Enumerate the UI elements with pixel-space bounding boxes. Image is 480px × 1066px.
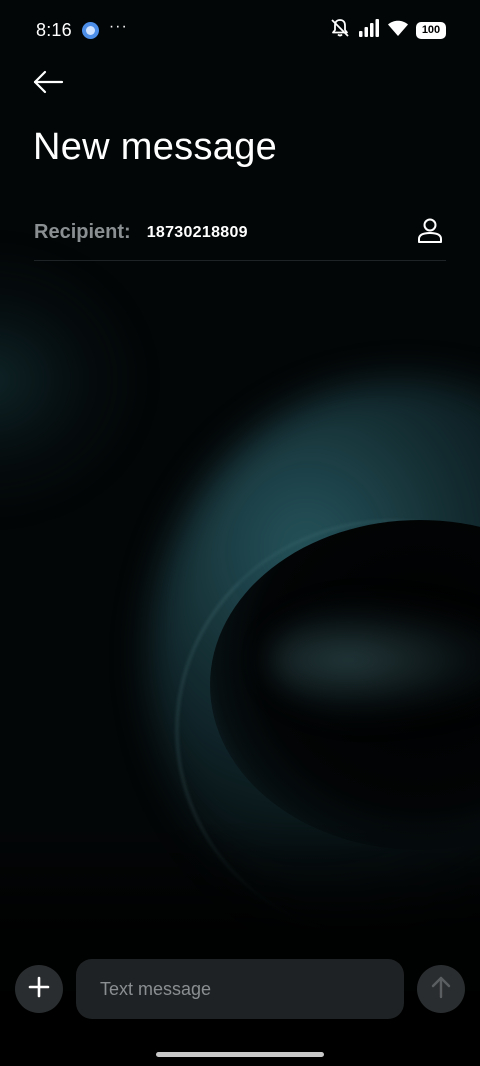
add-contact-button[interactable] [410,213,450,253]
signal-icon [358,18,380,42]
back-button[interactable] [26,64,70,104]
home-indicator[interactable] [156,1052,324,1057]
back-arrow-icon [32,70,64,99]
message-composer [0,958,480,1022]
battery-indicator: 100 [416,21,446,39]
status-time: 8:16 [36,19,72,40]
recipient-row[interactable]: Recipient: 18730218809 [34,205,446,261]
send-arrow-icon [430,975,452,1004]
send-button[interactable] [417,965,465,1013]
contact-person-icon [416,216,444,249]
more-notifications-icon: ··· [108,18,128,35]
mute-icon [329,18,351,43]
status-bar: 8:16 ··· 100 [0,0,480,60]
attach-button[interactable] [15,965,63,1013]
app-notification-icon [81,21,99,39]
new-message-screen: 8:16 ··· 100 New message Recipient: 1873… [0,0,480,1066]
recipient-label: Recipient: [34,221,131,243]
message-input[interactable] [76,959,404,1019]
plus-icon [28,976,50,1003]
wifi-icon [387,19,409,42]
recipient-value[interactable]: 18730218809 [147,224,410,242]
page-title: New message [33,126,278,168]
